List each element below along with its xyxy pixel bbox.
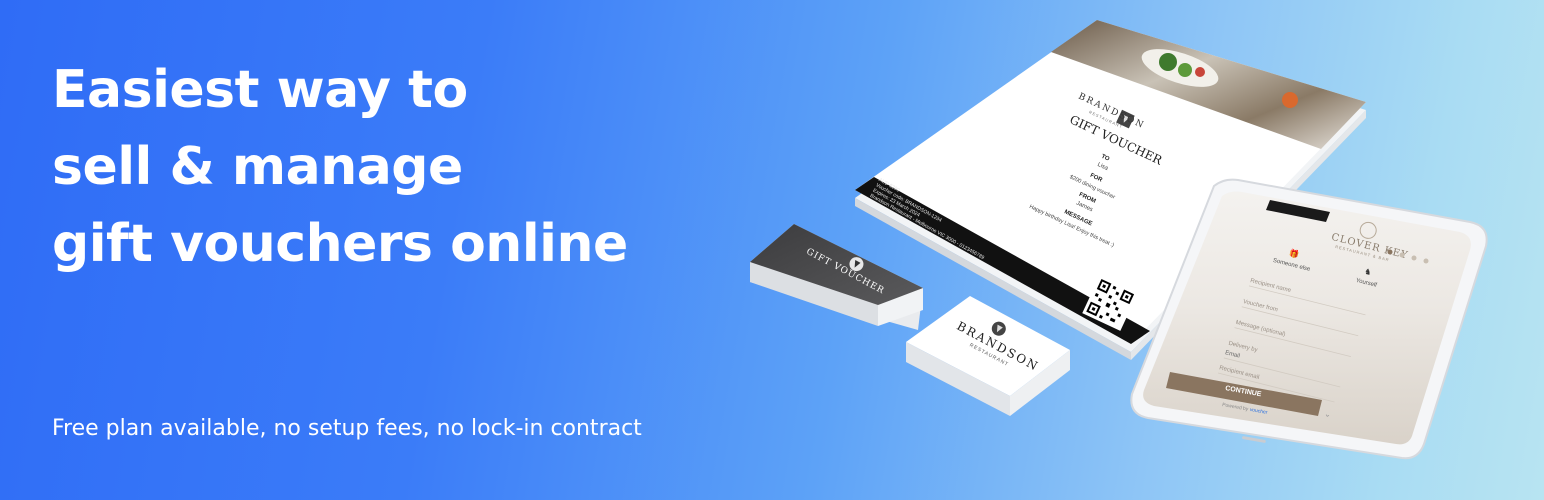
tagline: Free plan available, no setup fees, no l…	[52, 416, 642, 441]
headline: Easiest way to sell & manage gift vouche…	[52, 52, 628, 283]
headline-line-2: sell & manage	[52, 136, 463, 197]
gift-card-dark: GIFT VOUCHER	[750, 224, 923, 330]
headline-line-1: Easiest way to	[52, 60, 468, 120]
business-card-white: BRANDSON RESTAURANT	[906, 296, 1070, 416]
product-mockup-scene: BRANDSON RESTAURANT GIFT VOUCHER TO Lisa…	[730, 0, 1544, 500]
headline-line-3: gift vouchers online	[52, 213, 628, 274]
